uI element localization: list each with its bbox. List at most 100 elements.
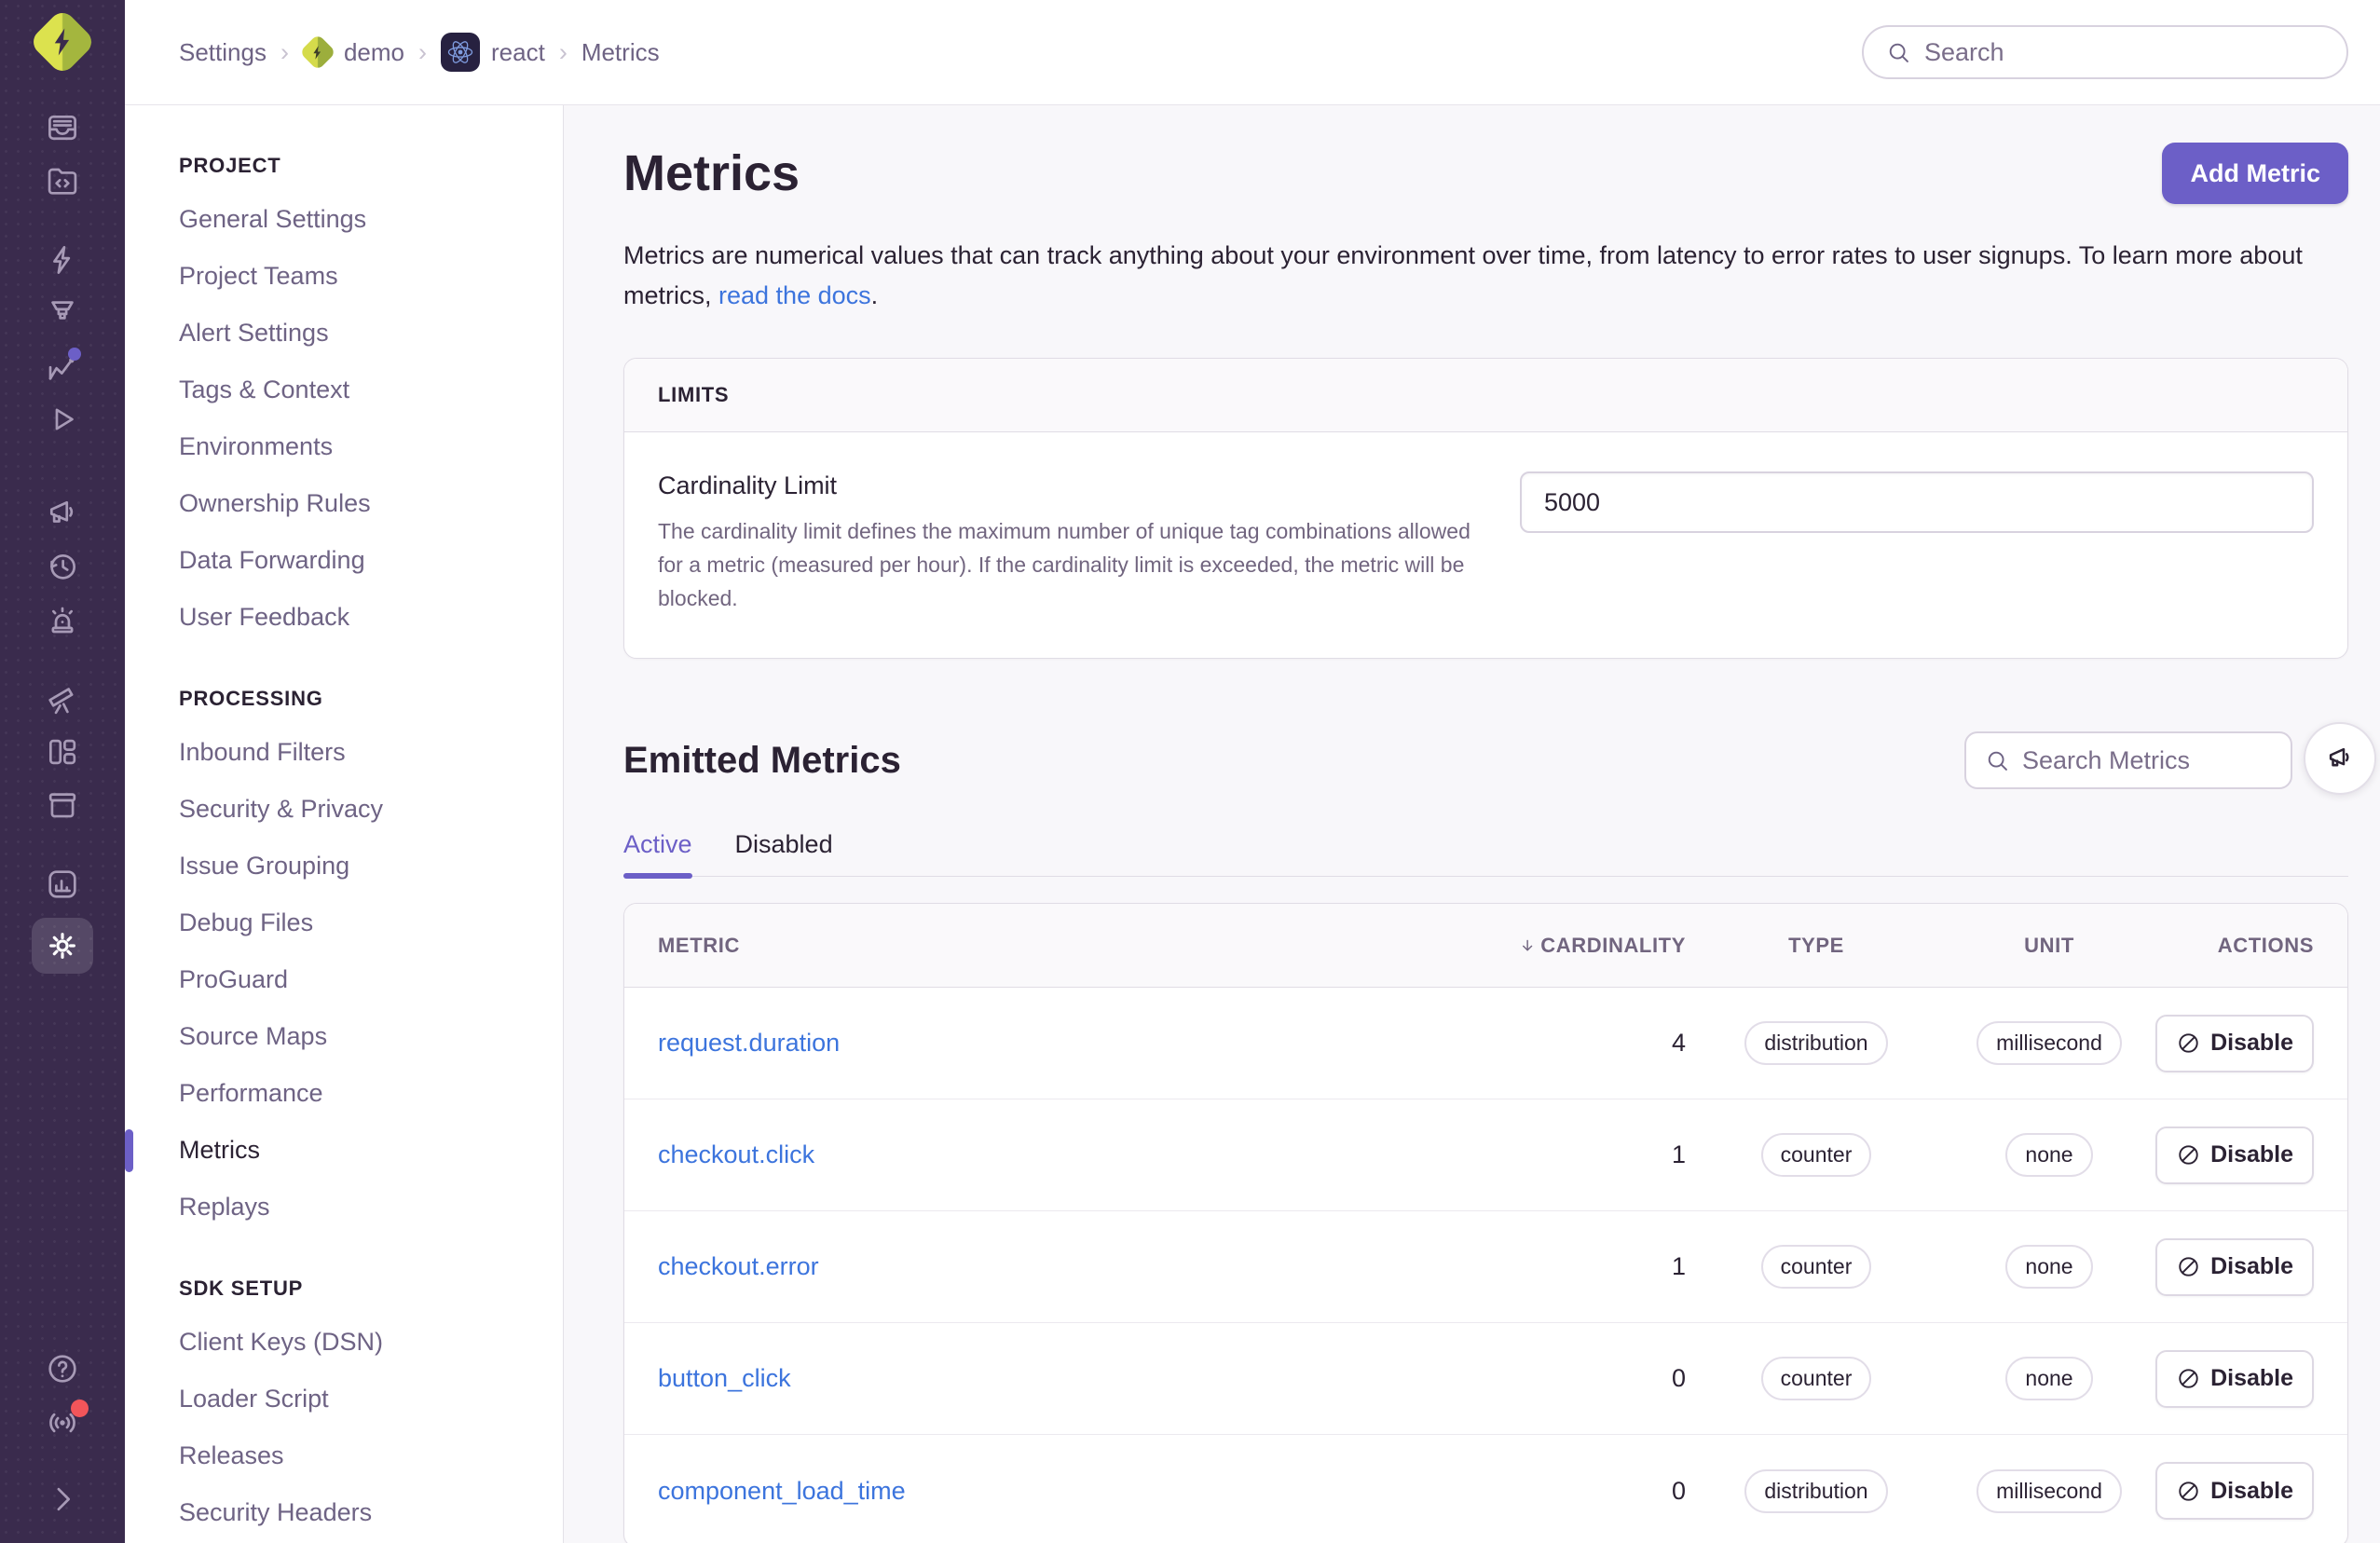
column-header-cardinality[interactable]: CARDINALITY (1518, 934, 1686, 958)
code-folder-icon[interactable] (42, 161, 83, 200)
disable-button[interactable]: Disable (2155, 1462, 2314, 1521)
lightning-icon[interactable] (42, 240, 83, 280)
type-badge: counter (1760, 1245, 1872, 1290)
breadcrumb-separator: › (280, 37, 289, 66)
breadcrumb-separator: › (418, 37, 427, 66)
breadcrumb-org-demo[interactable]: demo (299, 34, 404, 71)
stats-chart-icon[interactable] (42, 865, 83, 904)
subnav-item-project-teams[interactable]: Project Teams (179, 248, 544, 305)
subnav-item-general-settings[interactable]: General Settings (179, 191, 544, 248)
type-badge: counter (1760, 1357, 1872, 1401)
megaphone-icon[interactable] (42, 494, 83, 533)
subnav-item-alert-settings[interactable]: Alert Settings (179, 305, 544, 362)
subnav-item-loader-script[interactable]: Loader Script (179, 1371, 544, 1427)
search-metrics-input[interactable] (2022, 745, 2272, 775)
settings-gear-icon[interactable] (32, 918, 93, 974)
inbox-issues-icon[interactable] (42, 108, 83, 147)
metric-link[interactable]: component_load_time (658, 1477, 906, 1506)
siren-alerts-icon[interactable] (42, 600, 83, 639)
breadcrumb-label: demo (343, 37, 404, 66)
disable-button[interactable]: Disable (2155, 1126, 2314, 1184)
subnav-item-client-keys[interactable]: Client Keys (DSN) (179, 1314, 544, 1371)
disable-button[interactable]: Disable (2155, 1014, 2314, 1072)
subnav-section-title: PROCESSING (179, 687, 323, 710)
main-content: Metrics Add Metric Metrics are numerical… (564, 105, 2380, 1543)
search-icon (1988, 751, 2007, 771)
cardinality-limit-input[interactable] (1520, 471, 2314, 534)
subnav-item-debug-files[interactable]: Debug Files (179, 894, 544, 951)
column-header-actions: ACTIONS (2217, 933, 2314, 957)
topbar: Settings › demo › react › Metrics Search (125, 0, 2380, 105)
insights-chart-icon[interactable] (42, 347, 83, 386)
active-indicator-bar (125, 1128, 133, 1172)
limits-panel: LIMITS Cardinality Limit The cardinality… (623, 358, 2348, 660)
table-row: checkout.error 1 counter none Disable (624, 1211, 2347, 1324)
breadcrumb-metrics[interactable]: Metrics (581, 38, 660, 67)
subnav-item-label: Metrics (179, 1136, 260, 1164)
breadcrumb-project-react[interactable]: react (441, 33, 545, 72)
subnav-item-user-feedback[interactable]: User Feedback (179, 589, 544, 646)
subnav-item-inbound-filters[interactable]: Inbound Filters (179, 724, 544, 781)
disable-label: Disable (2210, 1365, 2293, 1392)
subnav-item-tags-context[interactable]: Tags & Context (179, 362, 544, 418)
cardinality-value: 4 (1671, 1029, 1686, 1058)
page-title: Metrics (623, 145, 800, 201)
history-clock-icon[interactable] (42, 547, 83, 586)
telescope-icon[interactable] (42, 679, 83, 718)
blocked-circle-icon (2179, 1369, 2198, 1388)
metric-link[interactable]: button_click (658, 1364, 791, 1393)
org-logo[interactable] (28, 7, 97, 76)
subnav-item-security-headers[interactable]: Security Headers (179, 1484, 544, 1541)
subnav-item-metrics[interactable]: Metrics (125, 1122, 544, 1179)
subnav-item-performance[interactable]: Performance (179, 1065, 544, 1122)
app-window: Settings › demo › react › Metrics Search… (0, 0, 2380, 1543)
whats-new-notification-dot (71, 1400, 89, 1417)
collapse-chevron-icon[interactable] (42, 1480, 83, 1519)
metric-link[interactable]: checkout.error (658, 1252, 819, 1281)
metric-link[interactable]: checkout.click (658, 1140, 814, 1169)
column-header-unit[interactable]: UNIT (1947, 934, 2152, 958)
metrics-tabs: Active Disabled (623, 830, 2348, 880)
limits-panel-header: LIMITS (624, 359, 2347, 433)
disable-button[interactable]: Disable (2155, 1349, 2314, 1408)
breadcrumb: Settings › demo › react › Metrics (179, 33, 660, 72)
cardinality-value: 1 (1671, 1140, 1686, 1169)
subnav-item-environments[interactable]: Environments (179, 418, 544, 475)
disable-button[interactable]: Disable (2155, 1237, 2314, 1296)
subnav-item-data-forwarding[interactable]: Data Forwarding (179, 532, 544, 589)
subnav-item-releases[interactable]: Releases (179, 1427, 544, 1484)
tab-active[interactable]: Active (623, 830, 692, 880)
subnav-item-replays[interactable]: Replays (179, 1179, 544, 1236)
feedback-button[interactable] (2304, 722, 2376, 796)
subnav-item-ownership-rules[interactable]: Ownership Rules (179, 475, 544, 532)
archive-box-icon[interactable] (42, 785, 83, 825)
column-header-label: CARDINALITY (1540, 933, 1686, 957)
subnav-item-issue-grouping[interactable]: Issue Grouping (179, 838, 544, 894)
subnav-item-proguard[interactable]: ProGuard (179, 951, 544, 1008)
global-search-input[interactable] (1924, 37, 2324, 67)
blocked-circle-icon (2179, 1482, 2198, 1501)
cardinality-limit-help: The cardinality limit defines the maximu… (658, 519, 1470, 610)
column-header-metric[interactable]: METRIC (658, 934, 1518, 958)
funnel-icon[interactable] (42, 294, 83, 333)
read-the-docs-link[interactable]: read the docs (718, 281, 871, 309)
tab-disabled[interactable]: Disabled (735, 830, 833, 876)
add-metric-button[interactable]: Add Metric (2162, 143, 2348, 204)
cardinality-limit-field: Cardinality Limit The cardinality limit … (658, 471, 1497, 615)
help-icon[interactable] (42, 1349, 83, 1388)
breadcrumb-label: react (491, 37, 545, 66)
unit-badge: millisecond (1976, 1468, 2122, 1513)
subnav-item-security-privacy[interactable]: Security & Privacy (179, 781, 544, 838)
whats-new-broadcast-icon[interactable] (42, 1400, 89, 1442)
unit-badge: none (2005, 1245, 2093, 1290)
layout-board-icon[interactable] (42, 732, 83, 772)
breadcrumb-settings[interactable]: Settings (179, 38, 267, 67)
play-replays-icon[interactable] (42, 400, 83, 439)
type-badge: distribution (1744, 1021, 1888, 1066)
subnav-item-source-maps[interactable]: Source Maps (179, 1008, 544, 1065)
column-header-type[interactable]: TYPE (1686, 934, 1947, 958)
cardinality-value: 1 (1671, 1252, 1686, 1281)
metric-link[interactable]: request.duration (658, 1029, 840, 1058)
sort-descending-icon (1523, 939, 1533, 951)
unit-badge: millisecond (1976, 1021, 2122, 1066)
